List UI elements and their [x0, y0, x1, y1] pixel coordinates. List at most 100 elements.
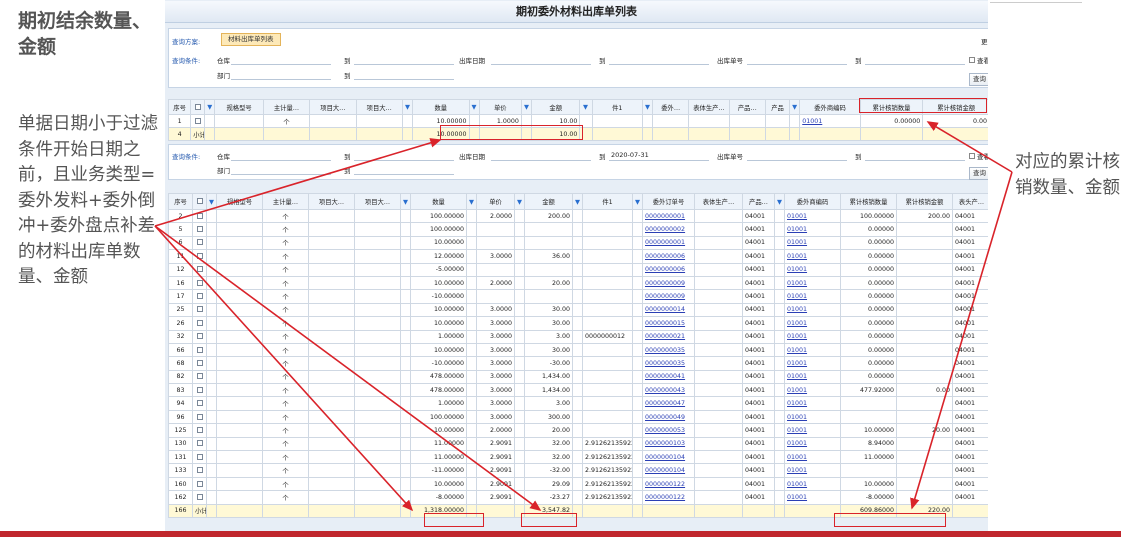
row-checkbox[interactable] [196, 266, 203, 273]
grid1-header-cell[interactable]: ▼ [401, 99, 414, 115]
grid1-header-cell[interactable] [190, 99, 206, 115]
grid2-row[interactable]: 26 个 10.00000 3.0000 30.00 0000000015 04001 010… [168, 316, 988, 331]
out-date-from-input-2[interactable] [491, 160, 591, 161]
grid1-header-cell[interactable]: ▼ [641, 99, 654, 115]
out-no-to-input-2[interactable] [865, 160, 965, 161]
grid2-row[interactable]: 94 个 1.00000 3.0000 3.00 0000000047 04001 01001… [168, 396, 988, 411]
warehouse-to-input[interactable] [354, 64, 454, 65]
out-date-to-input[interactable] [609, 64, 709, 65]
filter-icon[interactable]: ▼ [583, 103, 588, 111]
out-no-to-input[interactable] [865, 64, 965, 65]
plan-button[interactable]: 材料出库单列表 [221, 33, 281, 46]
grid2-row[interactable]: 160 个 10.00000 2.9091 29.09 2.9126213592233 00… [168, 476, 988, 492]
filter-icon[interactable]: ▼ [472, 103, 477, 111]
row-checkbox[interactable] [196, 440, 203, 447]
row-checkbox[interactable] [196, 413, 203, 420]
grid1-header-cell[interactable]: ▼ [789, 99, 801, 115]
row-checkbox[interactable] [196, 359, 203, 366]
grid2-row[interactable]: 96 个 100.00000 3.0000 300.00 0000000049 04001 0… [168, 409, 988, 425]
grid2-header-cell[interactable]: ▼ [572, 193, 583, 210]
row-checkbox[interactable] [196, 252, 203, 259]
grid2-row[interactable]: 2 个 100.00000 2.0000 200.00 0000000001 04001 01… [168, 208, 988, 224]
grid2-header-cell[interactable]: ▼ [206, 193, 217, 210]
out-no-from-input-2[interactable] [747, 160, 847, 161]
warehouse-to-input-2[interactable] [354, 160, 454, 161]
grid1-header-cell[interactable]: ▼ [579, 99, 593, 115]
grid1-header-cell[interactable]: ▼ [468, 99, 480, 115]
filter-icon[interactable]: ▼ [575, 198, 580, 206]
filter-icon[interactable]: ▼ [777, 198, 782, 206]
search-button-2[interactable]: 查询 [969, 167, 988, 180]
row-checkbox[interactable] [196, 333, 203, 340]
grid1-header-cell[interactable]: ▼ [520, 99, 533, 115]
grid2-row[interactable]: 66 个 10.00000 3.0000 30.00 0000000035 04001 010… [168, 342, 988, 358]
dept-from-input[interactable] [231, 79, 331, 80]
grid2-row[interactable]: 68 个 -10.00000 3.0000 -30.00 0000000035 04001 0… [168, 356, 988, 371]
filter-icon[interactable]: ▼ [635, 198, 640, 206]
row-checkbox[interactable] [196, 467, 203, 474]
filter-icon[interactable]: ▼ [792, 103, 797, 111]
warehouse-from-input-2[interactable] [231, 160, 331, 161]
more-link[interactable]: 更 [981, 36, 988, 46]
search-button[interactable]: 查询 [969, 73, 988, 86]
filter-icon[interactable]: ▼ [645, 103, 650, 111]
row-checkbox[interactable] [196, 293, 203, 300]
row-checkbox[interactable] [196, 279, 203, 286]
grid2-row[interactable]: 17 个 -10.00000 0000000009 04001 01001 0.00000 0… [168, 289, 988, 304]
row-checkbox[interactable] [196, 400, 203, 407]
row-checkbox[interactable] [196, 373, 203, 380]
row-checkbox[interactable] [196, 239, 203, 246]
row-checkbox[interactable] [196, 346, 203, 353]
grid1-header-cell[interactable]: ▼ [204, 99, 216, 115]
dept-to-input[interactable] [354, 79, 454, 80]
grid2-header-cell[interactable]: ▼ [774, 193, 785, 210]
grid2-row[interactable]: 6 个 10.00000 0000000001 04001 01001 0.00000 040… [168, 235, 988, 251]
dept-from-input-2[interactable] [231, 174, 331, 175]
grid2-header-cell[interactable]: ▼ [400, 193, 411, 210]
grid2-row[interactable]: 162 个 -8.00000 2.9091 -23.27 2.9126213592233 0… [168, 490, 988, 505]
grid1-subtotal-row[interactable]: 4 小计 10.00000 10.00 [167, 127, 988, 141]
grid2-header-cell[interactable] [192, 193, 207, 210]
row-checkbox[interactable] [196, 493, 203, 500]
view-checkbox-2[interactable] [969, 153, 975, 159]
grid2-row[interactable]: 16 个 10.00000 2.0000 20.00 0000000009 04001 010… [168, 275, 988, 291]
filter-icon[interactable]: ▼ [469, 198, 474, 206]
grid2-header-cell[interactable]: ▼ [632, 193, 643, 210]
filter-icon[interactable]: ▼ [209, 198, 214, 206]
out-date-to-value[interactable]: 2020-07-31 [611, 151, 649, 159]
grid2-row[interactable]: 5 个 100.00000 0000000002 04001 01001 0.00000 04… [168, 222, 988, 237]
filter-icon[interactable]: ▼ [405, 103, 410, 111]
grid2-header-cell[interactable]: ▼ [514, 193, 525, 210]
row-checkbox[interactable] [196, 426, 203, 433]
grid1-row[interactable]: 1 个 10.00000 1.0000 10.00 01001 0.00000 0.00 [167, 114, 988, 128]
warehouse-from-input[interactable] [231, 64, 331, 65]
grid2-row[interactable]: 12 个 -5.00000 0000000006 04001 01001 0.00000 04… [168, 262, 988, 277]
grid2-row[interactable]: 11 个 12.00000 3.0000 36.00 0000000006 04001 010… [168, 249, 988, 264]
grid2-row[interactable]: 83 个 478.00000 3.0000 1,434.00 0000000043 0400… [168, 383, 988, 398]
row-checkbox[interactable] [196, 386, 203, 393]
out-date-to-input-2[interactable] [609, 160, 709, 161]
grid2-row[interactable]: 131 个 11.00000 2.9091 32.00 2.9126213592233 00… [168, 450, 988, 465]
grid2-row[interactable]: 32 个 1.00000 3.0000 3.00 0000000012 0000000021… [168, 329, 988, 344]
view-checkbox[interactable] [969, 57, 975, 63]
grid2-row[interactable]: 133 个 -11.00000 2.9091 -32.00 2.9126213592233… [168, 463, 988, 478]
out-date-from-input[interactable] [491, 64, 591, 65]
row-checkbox[interactable] [196, 212, 203, 219]
filter-icon[interactable]: ▼ [403, 198, 408, 206]
filter-icon[interactable]: ▼ [524, 103, 529, 111]
select-all-checkbox[interactable] [194, 103, 201, 110]
select-all-checkbox[interactable] [196, 198, 203, 204]
row-checkbox[interactable] [196, 453, 203, 460]
row-checkbox[interactable] [196, 226, 203, 233]
out-no-from-input[interactable] [747, 64, 847, 65]
grid2-header-cell[interactable]: ▼ [466, 193, 477, 210]
row-checkbox[interactable] [196, 306, 203, 313]
filter-icon[interactable]: ▼ [207, 103, 212, 111]
row-checkbox[interactable] [194, 117, 201, 124]
grid2-row[interactable]: 25 个 10.00000 3.0000 30.00 0000000014 04001 010… [168, 302, 988, 318]
dept-to-input-2[interactable] [354, 174, 454, 175]
grid2-row[interactable]: 125 个 10.00000 2.0000 20.00 0000000053 04001 01… [168, 423, 988, 438]
grid2-row[interactable]: 130 个 11.00000 2.9091 32.00 2.9126213592233 00… [168, 436, 988, 452]
row-checkbox[interactable] [196, 319, 203, 326]
filter-icon[interactable]: ▼ [517, 198, 522, 206]
